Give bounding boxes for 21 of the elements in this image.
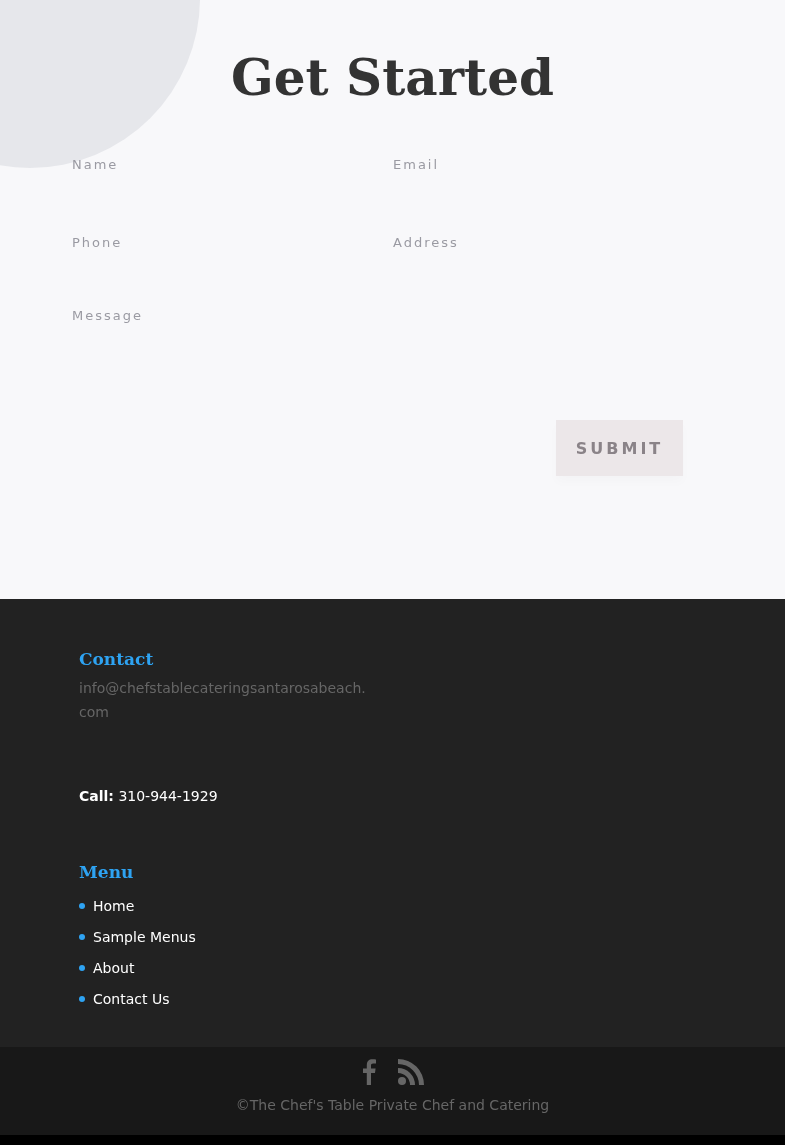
bullet-icon: [79, 902, 85, 909]
message-field[interactable]: Message: [66, 296, 687, 418]
phone-text: Call: 310-944-1929: [79, 788, 219, 804]
rss-icon[interactable]: [397, 1059, 424, 1085]
input-field[interactable]: Phone: [66, 218, 366, 266]
copyright-text: ©The Chef's Table Private Chef and Catering: [235, 1097, 550, 1113]
email-text: info@chefstablecateringsantarosabeach.com: [79, 679, 367, 722]
menu-heading: Menu: [79, 861, 135, 884]
contact-heading: Contact: [79, 648, 155, 671]
input-field[interactable]: Address: [387, 218, 687, 266]
page-title: Get Started: [231, 47, 554, 109]
menu-link[interactable]: About: [93, 959, 135, 976]
input-field[interactable]: Name: [66, 140, 366, 188]
menu-link[interactable]: Home: [93, 897, 135, 914]
bullet-icon: [79, 933, 85, 940]
bullet-icon: [79, 964, 85, 971]
input-field[interactable]: Email: [387, 140, 687, 188]
bullet-icon: [79, 995, 85, 1002]
menu-link[interactable]: Sample Menus: [93, 928, 196, 945]
menu-link[interactable]: Contact Us: [93, 990, 170, 1007]
facebook-icon[interactable]: [361, 1059, 376, 1085]
